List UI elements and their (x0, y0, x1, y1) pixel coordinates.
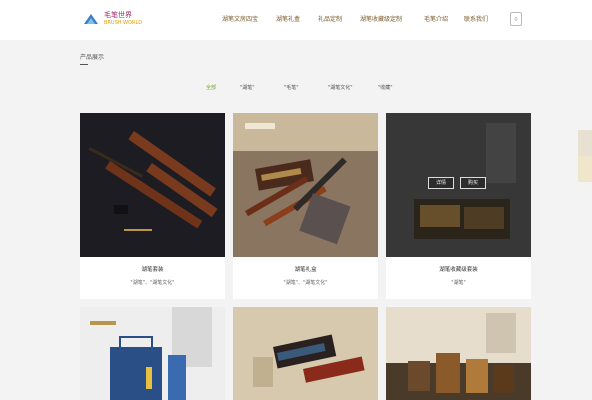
cart-count: 0 (514, 17, 518, 23)
product-image[interactable] (233, 113, 378, 257)
site-logo[interactable]: 毛笔世界 BRUSH WORLD (82, 10, 142, 30)
brush-case-image (233, 307, 378, 400)
right-edge-tab (578, 130, 592, 156)
buy-button[interactable]: 购买 (460, 177, 486, 189)
product-card[interactable]: 湖笔套装 "湖笔"、"湖笔文化" (80, 113, 225, 299)
product-card[interactable] (386, 307, 531, 400)
product-image[interactable] (233, 307, 378, 400)
product-title[interactable]: 湖笔收藏级套装 (386, 265, 531, 273)
filter-item[interactable]: "毛笔" (284, 82, 299, 94)
site-header: 毛笔世界 BRUSH WORLD 湖笔文房四宝 湖笔礼盒 礼品定制 湖笔收藏级定… (0, 0, 592, 40)
nav-item[interactable]: 湖笔文房四宝 (222, 14, 258, 26)
title-underline (80, 64, 88, 65)
nav-item[interactable]: 湖笔礼盒 (276, 14, 300, 26)
logo-subtitle: BRUSH WORLD (104, 20, 143, 26)
product-title[interactable]: 湖笔礼盒 (233, 265, 378, 273)
nav-item[interactable]: 毛笔介绍 (424, 14, 448, 26)
product-card[interactable]: 详情 购买 湖笔收藏级套装 "湖笔" (386, 113, 531, 299)
nav-item[interactable]: 联系我们 (464, 14, 488, 26)
filter-item[interactable]: "收藏" (378, 82, 393, 94)
product-card[interactable]: 湖笔礼盒 "湖笔"、"湖笔文化" (233, 113, 378, 299)
logo-text: 毛笔世界 (104, 11, 132, 19)
product-tags: "湖笔"、"湖笔文化" (283, 280, 328, 286)
product-card[interactable] (233, 307, 378, 400)
brush-set-image (80, 113, 225, 257)
nav-item[interactable]: 湖笔收藏级定制 (360, 14, 402, 26)
filter-item[interactable]: "湖笔文化" (328, 82, 353, 94)
blue-gift-bag-image (80, 307, 225, 400)
brush-gift-box-image (233, 113, 378, 257)
detail-button[interactable]: 详情 (428, 177, 454, 189)
right-edge-tab (578, 156, 592, 182)
cart-button[interactable]: 0 (510, 12, 522, 26)
ink-jars-image (386, 307, 531, 400)
filter-all[interactable]: 全部 (206, 82, 216, 94)
filter-item[interactable]: "湖笔" (240, 82, 255, 94)
page-title: 产品展示 (80, 54, 105, 61)
product-tags: "湖笔"、"湖笔文化" (130, 280, 175, 286)
nav-item[interactable]: 礼品定制 (318, 14, 342, 26)
product-image[interactable] (80, 113, 225, 257)
product-card[interactable] (80, 307, 225, 400)
product-image[interactable] (386, 307, 531, 400)
product-title[interactable]: 湖笔套装 (80, 265, 225, 273)
product-tags: "湖笔" (451, 280, 466, 286)
logo-icon (84, 14, 98, 24)
product-image[interactable] (80, 307, 225, 400)
collection-box-image (386, 113, 531, 257)
product-image[interactable]: 详情 购买 (386, 113, 531, 257)
